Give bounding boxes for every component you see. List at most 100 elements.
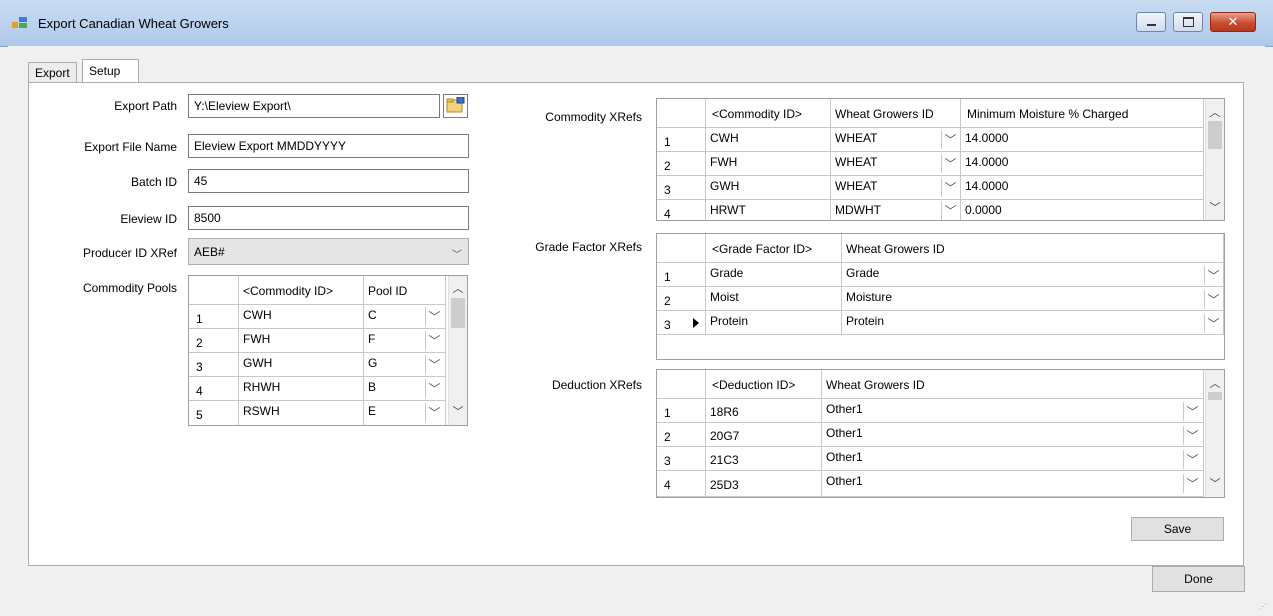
column-header[interactable]: Minimum Moisture % Charged <box>961 99 1204 128</box>
export-path-input[interactable]: Y:\Eleview Export\ <box>188 94 440 118</box>
row-number[interactable]: 1 <box>657 128 706 152</box>
row-number[interactable]: 2 <box>189 329 239 353</box>
chevron-down-icon[interactable]: ﹀ <box>1204 290 1222 309</box>
column-header[interactable]: Wheat Growers ID <box>831 99 961 128</box>
row-number[interactable]: 2 <box>657 287 706 311</box>
chevron-up-icon[interactable]: ︿ <box>1206 104 1224 120</box>
row-number[interactable]: 2 <box>657 152 706 176</box>
moisture-cell[interactable]: 0.0000 <box>961 200 1204 220</box>
scroll-thumb[interactable] <box>1208 121 1222 149</box>
deduction-cell[interactable]: 21C3 <box>706 447 822 471</box>
row-number[interactable]: 4 <box>189 377 239 401</box>
chevron-up-icon[interactable]: ︿ <box>1206 375 1224 391</box>
close-button[interactable]: ✕ <box>1210 12 1256 32</box>
commodity-cell[interactable]: FWH <box>239 329 364 353</box>
eleview-id-input[interactable]: 8500 <box>188 206 469 230</box>
chevron-down-icon[interactable]: ﹀ <box>1204 266 1222 285</box>
wheat-growers-value: Other1 <box>826 474 863 488</box>
wheat-growers-value: Grade <box>846 266 880 280</box>
column-header[interactable]: <Grade Factor ID> <box>706 234 842 263</box>
eleview-id-label: Eleview ID <box>120 212 177 226</box>
deduction-cell[interactable]: 20G7 <box>706 423 822 447</box>
save-button[interactable]: Save <box>1131 517 1224 541</box>
wheat-growers-cell[interactable]: Other1 <box>822 447 1204 471</box>
minimize-button[interactable] <box>1136 12 1166 32</box>
row-number[interactable]: 1 <box>657 399 706 423</box>
moisture-cell[interactable]: 14.0000 <box>961 176 1204 200</box>
app-icon <box>12 16 28 30</box>
scroll-thumb[interactable] <box>451 298 465 328</box>
chevron-down-icon[interactable]: ﹀ <box>941 201 959 220</box>
close-icon: ✕ <box>1227 14 1239 29</box>
grade-factor-cell[interactable]: Protein <box>706 311 842 335</box>
commodity-cell[interactable]: CWH <box>239 305 364 329</box>
resize-grip-icon[interactable]: ⋰ <box>1259 602 1269 612</box>
commodity-pools-scrollbar[interactable]: ︿ ﹀ <box>448 276 467 425</box>
batch-id-input[interactable]: 45 <box>188 169 469 193</box>
chevron-down-icon[interactable]: ﹀ <box>425 331 443 350</box>
row-number[interactable]: 3 <box>657 176 706 200</box>
row-number[interactable]: 1 <box>657 263 706 287</box>
wheat-growers-value: Protein <box>846 314 885 328</box>
chevron-down-icon[interactable]: ﹀ <box>941 178 959 197</box>
chevron-down-icon[interactable]: ﹀ <box>1183 402 1201 421</box>
grade-factor-xrefs-grid: <Grade Factor ID> Wheat Growers ID 1 Gra… <box>656 233 1225 360</box>
export-file-name-input[interactable]: Eleview Export MMDDYYYY <box>188 134 469 158</box>
grade-factor-cell[interactable]: Moist <box>706 287 842 311</box>
deduction-cell[interactable]: 18R6 <box>706 399 822 423</box>
commodity-cell[interactable]: RSWH <box>239 401 364 425</box>
grade-factor-cell[interactable]: Grade <box>706 263 842 287</box>
commodity-cell[interactable]: CWH <box>706 128 831 152</box>
deduction-cell[interactable]: 25D3 <box>706 471 822 497</box>
column-header[interactable]: Wheat Growers ID <box>822 370 1204 399</box>
chevron-down-icon[interactable]: ﹀ <box>1183 474 1201 493</box>
moisture-cell[interactable]: 14.0000 <box>961 128 1204 152</box>
chevron-down-icon[interactable]: ﹀ <box>449 403 467 419</box>
scroll-thumb[interactable] <box>1208 392 1222 400</box>
wheat-growers-cell[interactable]: Other1 <box>822 399 1204 423</box>
row-number[interactable]: 3 <box>657 447 706 471</box>
moisture-cell[interactable]: 14.0000 <box>961 152 1204 176</box>
row-number[interactable]: 4 <box>657 471 706 497</box>
chevron-up-icon[interactable]: ︿ <box>449 280 467 296</box>
tab-setup[interactable]: Setup <box>82 59 139 82</box>
column-header[interactable]: <Commodity ID> <box>706 99 831 128</box>
row-number[interactable]: 5 <box>189 401 239 425</box>
wheat-growers-cell[interactable]: Other1 <box>822 423 1204 447</box>
deduction-xrefs-scrollbar[interactable]: ︿ ﹀ <box>1205 370 1224 497</box>
chevron-down-icon[interactable]: ﹀ <box>425 307 443 326</box>
chevron-down-icon[interactable]: ﹀ <box>1183 450 1201 469</box>
column-header[interactable]: <Commodity ID> <box>239 276 364 305</box>
commodity-cell[interactable]: GWH <box>239 353 364 377</box>
maximize-button[interactable] <box>1173 12 1203 32</box>
column-header[interactable]: <Deduction ID> <box>706 370 822 399</box>
commodity-xrefs-scrollbar[interactable]: ︿ ﹀ <box>1205 99 1224 220</box>
column-header[interactable]: Pool ID <box>364 276 446 305</box>
chevron-down-icon[interactable]: ﹀ <box>425 403 443 422</box>
row-number[interactable]: 1 <box>189 305 239 329</box>
commodity-cell[interactable]: FWH <box>706 152 831 176</box>
producer-id-xref-select[interactable]: AEB# ﹀ <box>188 238 469 265</box>
commodity-cell[interactable]: RHWH <box>239 377 364 401</box>
row-number[interactable]: 4 <box>657 200 706 220</box>
chevron-down-icon[interactable]: ﹀ <box>425 355 443 374</box>
chevron-down-icon[interactable]: ﹀ <box>941 130 959 149</box>
done-button[interactable]: Done <box>1152 566 1245 592</box>
wheat-growers-cell[interactable]: Protein <box>842 311 1224 335</box>
row-number[interactable]: 2 <box>657 423 706 447</box>
commodity-cell[interactable]: HRWT <box>706 200 831 220</box>
chevron-down-icon[interactable]: ﹀ <box>1206 199 1224 215</box>
chevron-down-icon[interactable]: ﹀ <box>1183 426 1201 445</box>
chevron-down-icon[interactable]: ﹀ <box>941 154 959 173</box>
commodity-cell[interactable]: GWH <box>706 176 831 200</box>
chevron-down-icon[interactable]: ﹀ <box>425 379 443 398</box>
chevron-down-icon[interactable]: ﹀ <box>1206 475 1224 491</box>
row-number[interactable]: 3 <box>189 353 239 377</box>
column-header[interactable]: Wheat Growers ID <box>842 234 1224 263</box>
wheat-growers-cell[interactable]: Grade <box>842 263 1224 287</box>
tab-export[interactable]: Export <box>28 62 77 82</box>
chevron-down-icon[interactable]: ﹀ <box>1204 314 1222 333</box>
wheat-growers-cell[interactable]: Other1 <box>822 471 1204 497</box>
browse-folder-button[interactable] <box>443 94 468 118</box>
wheat-growers-cell[interactable]: Moisture <box>842 287 1224 311</box>
